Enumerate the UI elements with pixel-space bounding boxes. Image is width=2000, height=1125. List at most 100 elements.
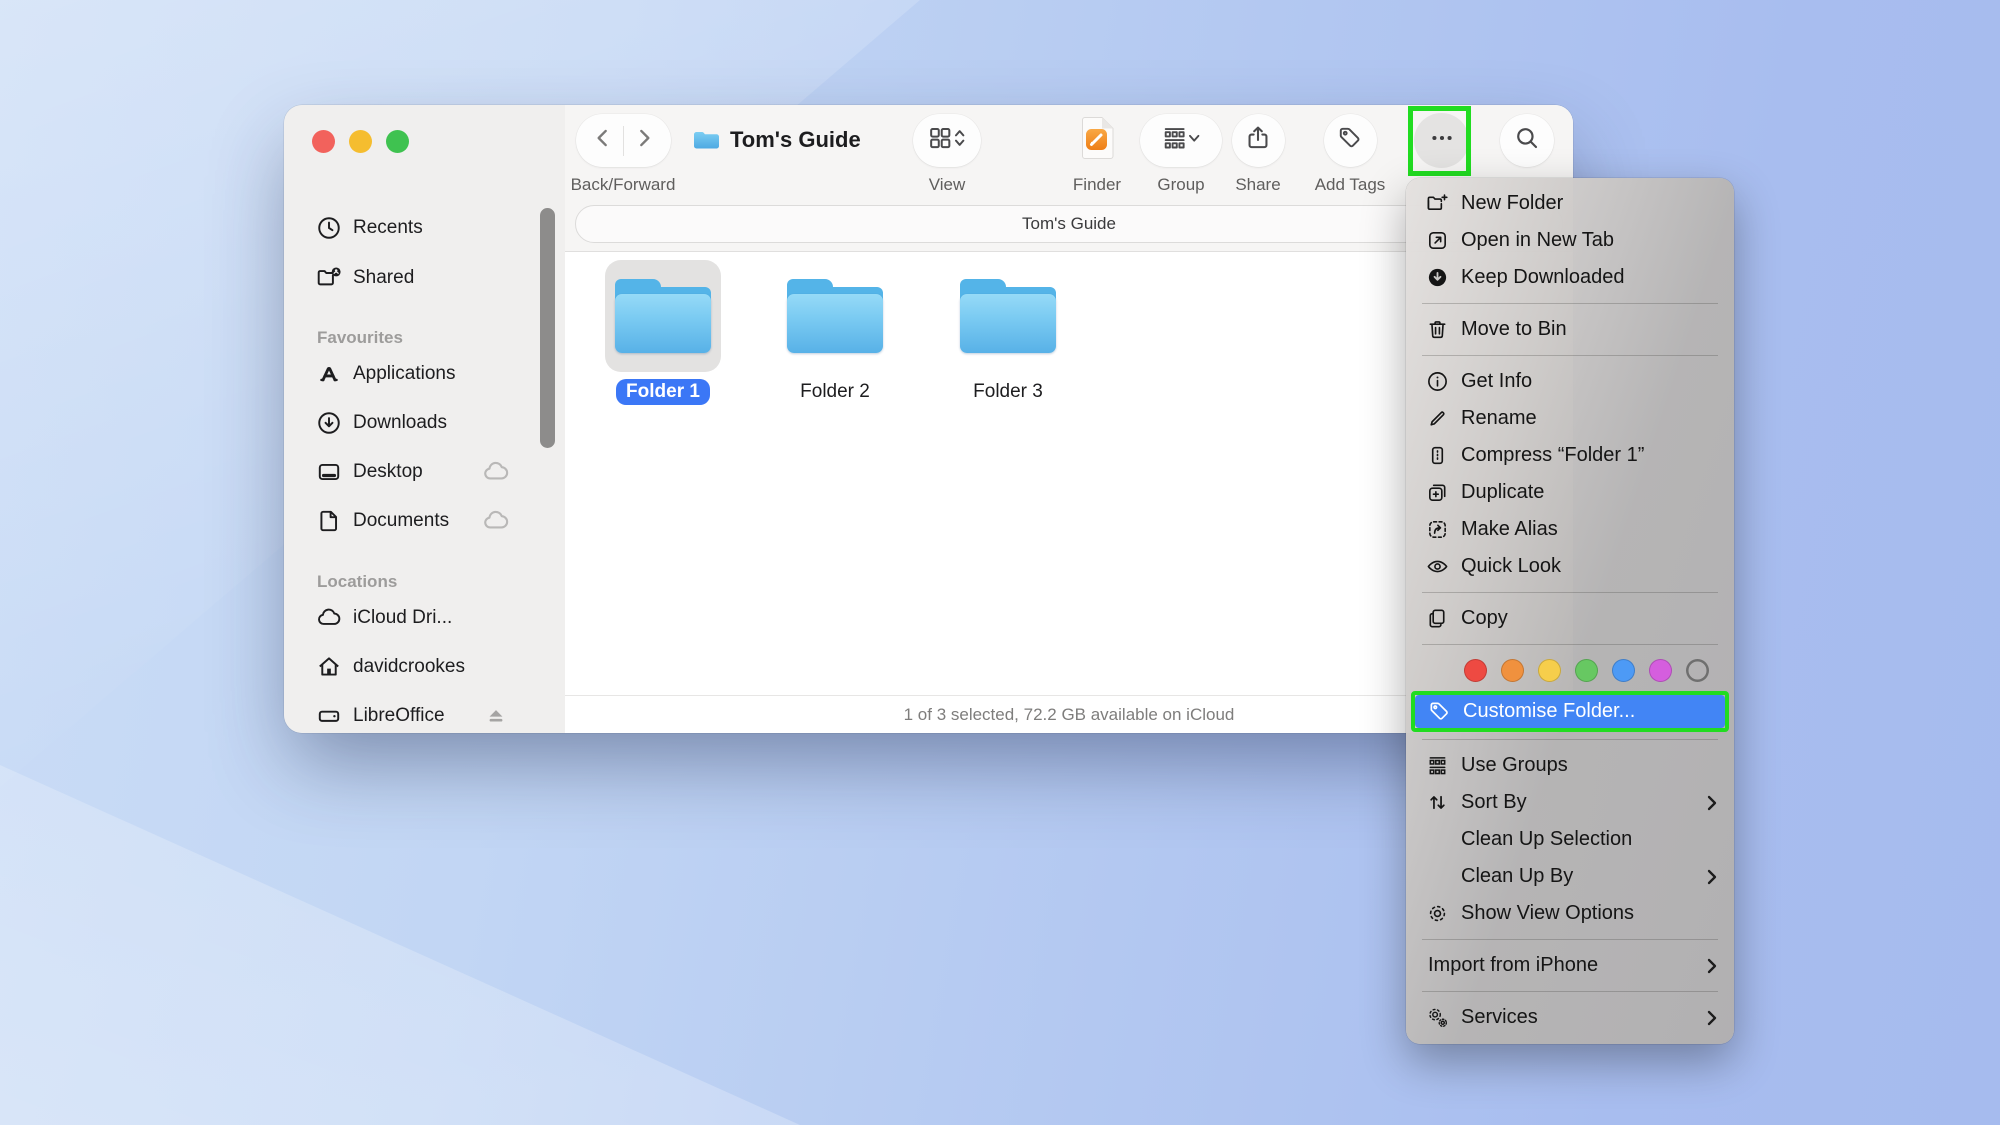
menu-item-label: Open in New Tab — [1461, 229, 1720, 252]
toolbar-button-finder[interactable] — [1077, 114, 1117, 167]
zoom-button[interactable] — [386, 130, 409, 153]
menu-item-duplicate[interactable]: Duplicate — [1406, 474, 1734, 511]
annotation-highlight-more — [1408, 106, 1471, 176]
sidebar-item-label: iCloud Dri... — [353, 607, 452, 629]
menu-item-keep-downloaded[interactable]: Keep Downloaded — [1406, 259, 1734, 296]
menu-item-use-groups[interactable]: Use Groups — [1406, 747, 1734, 784]
close-button[interactable] — [312, 130, 335, 153]
menu-item-label: Use Groups — [1461, 754, 1720, 777]
tag-icon — [1428, 700, 1453, 724]
menu-item-show-view-options[interactable]: Show View Options — [1406, 895, 1734, 932]
menu-divider — [1422, 303, 1718, 304]
folder-icon — [787, 279, 883, 353]
sidebar-item-label: Desktop — [353, 461, 423, 483]
sidebar-item-desktop[interactable]: Desktop — [284, 447, 565, 496]
share-icon — [1245, 125, 1271, 156]
menu-item-label: Import from iPhone — [1428, 954, 1704, 977]
tag-dot-none[interactable] — [1686, 659, 1709, 682]
forward-icon[interactable] — [631, 125, 657, 156]
menu-item-move-to-bin[interactable]: Move to Bin — [1406, 311, 1734, 348]
sidebar-list: RecentsSharedFavouritesApplicationsDownl… — [284, 203, 565, 733]
menu-divider — [1422, 592, 1718, 593]
chevron-right-icon — [1704, 867, 1720, 887]
menu-item-compress-folder-1[interactable]: Compress “Folder 1” — [1406, 437, 1734, 474]
file-icon-box — [777, 260, 893, 372]
sidebar-item-label: davidcrookes — [353, 656, 465, 678]
menu-item-import-from-iphone[interactable]: Import from iPhone — [1406, 947, 1734, 984]
tag-dot-yellow[interactable] — [1538, 659, 1561, 682]
grid-view-icon — [928, 125, 966, 156]
cloud-icon — [482, 458, 510, 486]
alias-icon — [1426, 518, 1451, 542]
open-new-tab-icon — [1426, 229, 1451, 253]
menu-item-label: Compress “Folder 1” — [1461, 444, 1720, 467]
eject-icon — [482, 702, 510, 730]
file-item-folder-1[interactable]: Folder 1 — [593, 260, 733, 405]
menu-divider — [1422, 355, 1718, 356]
minimize-button[interactable] — [349, 130, 372, 153]
menu-item-label: Clean Up Selection — [1461, 828, 1720, 851]
menu-item-clean-up-by[interactable]: Clean Up By — [1406, 858, 1734, 895]
back-icon[interactable] — [590, 125, 616, 156]
copy-icon — [1426, 607, 1451, 631]
menu-item-label: Services — [1461, 1006, 1704, 1029]
file-item-folder-3[interactable]: Folder 3 — [938, 260, 1078, 405]
menu-item-label: New Folder — [1461, 192, 1720, 215]
menu-item-sort-by[interactable]: Sort By — [1406, 784, 1734, 821]
tag-icon — [1337, 125, 1363, 156]
sidebar-item-libreoffice[interactable]: LibreOffice — [284, 691, 565, 733]
tag-dot-red[interactable] — [1464, 659, 1487, 682]
tag-dot-orange[interactable] — [1501, 659, 1524, 682]
menu-item-label: Keep Downloaded — [1461, 266, 1720, 289]
sidebar-item-downloads[interactable]: Downloads — [284, 398, 565, 447]
toolbar-label-view: View — [877, 175, 1017, 195]
toolbar-button-share[interactable] — [1232, 114, 1285, 167]
file-label: Folder 1 — [616, 379, 710, 405]
sidebar-item-davidcrookes[interactable]: davidcrookes — [284, 642, 565, 691]
toolbar-button-search[interactable] — [1500, 114, 1554, 167]
tag-dot-green[interactable] — [1575, 659, 1598, 682]
menu-item-open-in-new-tab[interactable]: Open in New Tab — [1406, 222, 1734, 259]
sidebar-scrollbar[interactable] — [540, 208, 555, 448]
download-circle-icon — [316, 409, 343, 436]
context-menu: New Folder Open in New Tab Keep Downloaded… — [1406, 178, 1734, 1044]
page-title: Tom's Guide — [730, 127, 861, 153]
toolbar-button-add-tags[interactable] — [1324, 114, 1377, 167]
menu-item-clean-up-selection[interactable]: Clean Up Selection — [1406, 821, 1734, 858]
menu-item-label: Move to Bin — [1461, 318, 1720, 341]
sidebar-item-icloud-dri[interactable]: iCloud Dri... — [284, 593, 565, 642]
finder-window: RecentsSharedFavouritesApplicationsDownl… — [284, 105, 1573, 733]
cloud-icon — [482, 507, 510, 535]
pencil-icon — [1426, 407, 1451, 431]
menu-item-services[interactable]: Services — [1406, 999, 1734, 1036]
tag-dot-blue[interactable] — [1612, 659, 1635, 682]
use-groups-icon — [1426, 754, 1451, 778]
file-item-folder-2[interactable]: Folder 2 — [765, 260, 905, 405]
sidebar-item-shared[interactable]: Shared — [284, 253, 565, 303]
gear-icon — [1426, 902, 1451, 926]
compress-icon — [1426, 444, 1451, 468]
sidebar-item-documents[interactable]: Documents — [284, 496, 565, 545]
toolbar-button-group[interactable] — [1140, 114, 1222, 167]
menu-item-make-alias[interactable]: Make Alias — [1406, 511, 1734, 548]
menu-item-label: Customise Folder... — [1463, 700, 1711, 723]
back-forward-label: Back/Forward — [553, 175, 693, 195]
menu-item-rename[interactable]: Rename — [1406, 400, 1734, 437]
menu-item-customise-folder[interactable]: Customise Folder... — [1415, 695, 1725, 728]
menu-item-copy[interactable]: Copy — [1406, 600, 1734, 637]
back-forward-buttons[interactable] — [576, 114, 671, 167]
menu-item-quick-look[interactable]: Quick Look — [1406, 548, 1734, 585]
sidebar-item-label: Applications — [353, 363, 455, 385]
duplicate-icon — [1426, 481, 1451, 505]
tag-dot-purple[interactable] — [1649, 659, 1672, 682]
sidebar-item-recents[interactable]: Recents — [284, 203, 565, 253]
menu-item-new-folder[interactable]: New Folder — [1406, 185, 1734, 222]
sidebar-item-applications[interactable]: Applications — [284, 349, 565, 398]
cloud-icon — [316, 604, 343, 631]
toolbar-button-view[interactable] — [913, 114, 981, 167]
chevron-right-icon — [1704, 793, 1720, 813]
path-text: Tom's Guide — [1022, 214, 1116, 234]
menu-item-get-info[interactable]: Get Info — [1406, 363, 1734, 400]
desktop-icon — [316, 458, 343, 485]
eye-icon — [1426, 555, 1451, 579]
